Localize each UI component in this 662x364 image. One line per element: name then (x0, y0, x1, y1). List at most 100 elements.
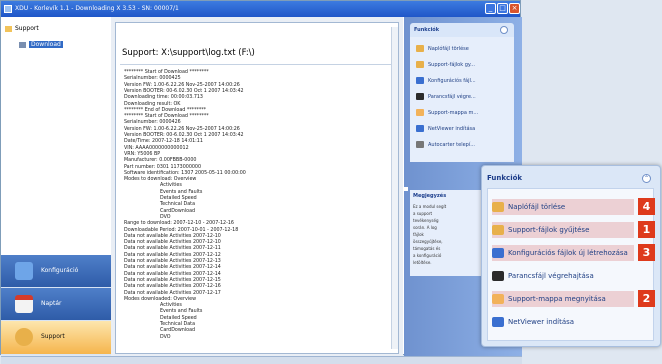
log-line: Data not available Activities 2007-12-14 (124, 265, 221, 271)
task-item[interactable]: NetViewer indítása (416, 125, 475, 132)
task-item[interactable]: Autocarter telepí... (416, 141, 475, 148)
callout-item[interactable]: Konfigurációs fájlok új létrehozása (492, 245, 634, 261)
window-title: XDU - Korlevík 1.1 - Downloading X 3.53 … (15, 5, 179, 12)
log-line: Data not available Activities 2007-12-12 (124, 252, 221, 258)
splitter-arrow-icon[interactable] (404, 187, 408, 191)
task-icon (416, 93, 424, 100)
task-panel-header: Funkciók (410, 23, 514, 37)
step-number-badge: 3 (638, 244, 655, 261)
log-line: Data not available Activities 2007-12-16 (124, 284, 221, 290)
minimize-button[interactable]: _ (485, 3, 496, 14)
task-label: Naplófájl törlése (428, 46, 469, 52)
nav-label: Support (41, 333, 65, 340)
callout-item-icon (492, 248, 504, 258)
log-line: Version FW: 1.00-6.22.26 Nov-25-2007 14:… (124, 126, 240, 132)
log-line: Activities (160, 303, 182, 309)
callout-item-icon (492, 225, 504, 235)
folder-icon (5, 25, 12, 32)
task-label: Support-mappa m... (428, 110, 479, 116)
log-line: Events and Faults (160, 309, 203, 315)
log-line: Detailed Speed (160, 315, 197, 321)
app-icon (4, 5, 12, 13)
tree-node-download[interactable]: Download (29, 41, 63, 48)
nav-label: Naptár (41, 300, 62, 307)
help-panel: Megjegyzés Ez a modul segít a support tevé… (410, 190, 488, 276)
task-item[interactable]: Naplófájl törlése (416, 45, 469, 52)
log-line: CardDownload (160, 328, 196, 334)
callout-item[interactable]: Parancsfájl végrehajtása (492, 268, 642, 284)
support-icon (15, 328, 33, 346)
log-line: Detailed Speed (160, 196, 197, 201)
task-label: Parancsfájl végre... (428, 94, 476, 100)
task-icon (416, 61, 424, 68)
task-item[interactable]: Parancsfájl végre... (416, 93, 476, 100)
collapse-icon[interactable] (500, 26, 508, 34)
callout-item[interactable]: NetViewer indítása (492, 314, 642, 330)
content-area: Support: X:\support\log.txt (F:\) ******… (111, 17, 403, 356)
left-navigation: Konfiguráció Naptár Support (1, 255, 112, 355)
functions-zoom-callout: Funkciók ⌃ Naplófájl törlése 4 Support-fáj… (481, 165, 661, 347)
log-line: Events and Faults (160, 189, 203, 195)
task-icon (416, 141, 424, 148)
help-line: során. A log (413, 225, 437, 230)
log-line: Modes downloaded: Overview (124, 296, 197, 302)
task-item[interactable]: Konfigurációs fájl... (416, 77, 476, 84)
help-title: Megjegyzés (413, 193, 447, 199)
tree-node-support[interactable]: Support (5, 25, 39, 32)
chevron-up-icon[interactable]: ⌃ (642, 174, 651, 183)
log-line: DVO (160, 214, 171, 220)
callout-item-label: Parancsfájl végrehajtása (508, 272, 594, 280)
title-bar[interactable]: XDU - Korlevík 1.1 - Downloading X 3.53 … (1, 1, 520, 17)
callout-item[interactable]: Support-fájlok gyűjtése (492, 222, 634, 238)
task-item[interactable]: Support-mappa m... (416, 109, 478, 116)
task-icon (416, 109, 424, 116)
nav-konfiguracio[interactable]: Konfiguráció (1, 255, 111, 288)
step-number-badge: 4 (638, 198, 655, 215)
help-line: Ez a modul segít (413, 204, 447, 209)
log-line: ******** Start of Download ******** (124, 114, 209, 120)
log-line: Range to download: 2007-12-10 - 2007-12-… (124, 221, 234, 227)
callout-title: Funkciók (487, 174, 523, 182)
log-line: VIN: AAAA0000000000012 (124, 145, 189, 151)
log-line: Data not available Activities 2007-12-10 (124, 240, 221, 246)
callout-item-label: Support-fájlok gyűjtése (508, 226, 590, 234)
log-line: Version BOOTER: 00-6.02.30 Oct 1 2007 14… (124, 88, 244, 94)
nav-support[interactable]: Support (1, 321, 111, 355)
log-line: Data not available Activities 2007-12-17 (124, 290, 221, 296)
log-line: Serialnumber: 0000425 (124, 76, 181, 82)
help-line: összegyűjtése, (413, 239, 443, 244)
nav-label: Konfiguráció (41, 267, 79, 274)
task-label: Autocarter telepí... (428, 142, 475, 148)
log-line: DVO (160, 334, 171, 340)
callout-item[interactable]: Support-mappa megnyitása (492, 291, 634, 307)
maximize-button[interactable]: □ (497, 3, 508, 14)
task-icon (416, 45, 424, 52)
log-line: CardDownload (160, 208, 196, 214)
log-document[interactable]: Support: X:\support\log.txt (F:\) ******… (115, 22, 399, 354)
task-label: Konfigurációs fájl... (428, 78, 476, 84)
log-line: VRN: Y5006 BP (124, 151, 161, 157)
callout-item[interactable]: Naplófájl törlése (492, 199, 634, 215)
log-line: Activities (160, 183, 182, 189)
callout-item-icon (492, 271, 504, 281)
step-number-badge: 1 (638, 221, 655, 238)
log-line: Technical Data (160, 322, 196, 327)
task-icon (416, 77, 424, 84)
log-line: Version FW: 1.00-6.22.26 Nov-25-2007 14:… (124, 82, 240, 88)
task-icon (416, 125, 424, 132)
callout-item-label: Konfigurációs fájlok új létrehozása (508, 249, 628, 257)
help-line: letöltése. (413, 260, 432, 265)
title-divider (120, 64, 392, 65)
folder-tree: Support Download (1, 17, 112, 255)
callout-item-label: NetViewer indítása (508, 318, 575, 326)
log-line: ******** End of Download ******** (124, 107, 207, 113)
task-label: NetViewer indítása (428, 126, 476, 132)
task-item[interactable]: Support-fájlok gy... (416, 61, 475, 68)
log-line: Data not available Activities 2007-12-11 (124, 246, 221, 252)
calendar-icon (15, 295, 33, 313)
vertical-scrollbar[interactable] (391, 27, 398, 349)
nav-naptar[interactable]: Naptár (1, 288, 111, 321)
log-line: Data not available Activities 2007-12-13 (124, 259, 221, 264)
close-button[interactable]: × (509, 3, 520, 14)
log-line: Downloading result: OK (124, 101, 181, 107)
